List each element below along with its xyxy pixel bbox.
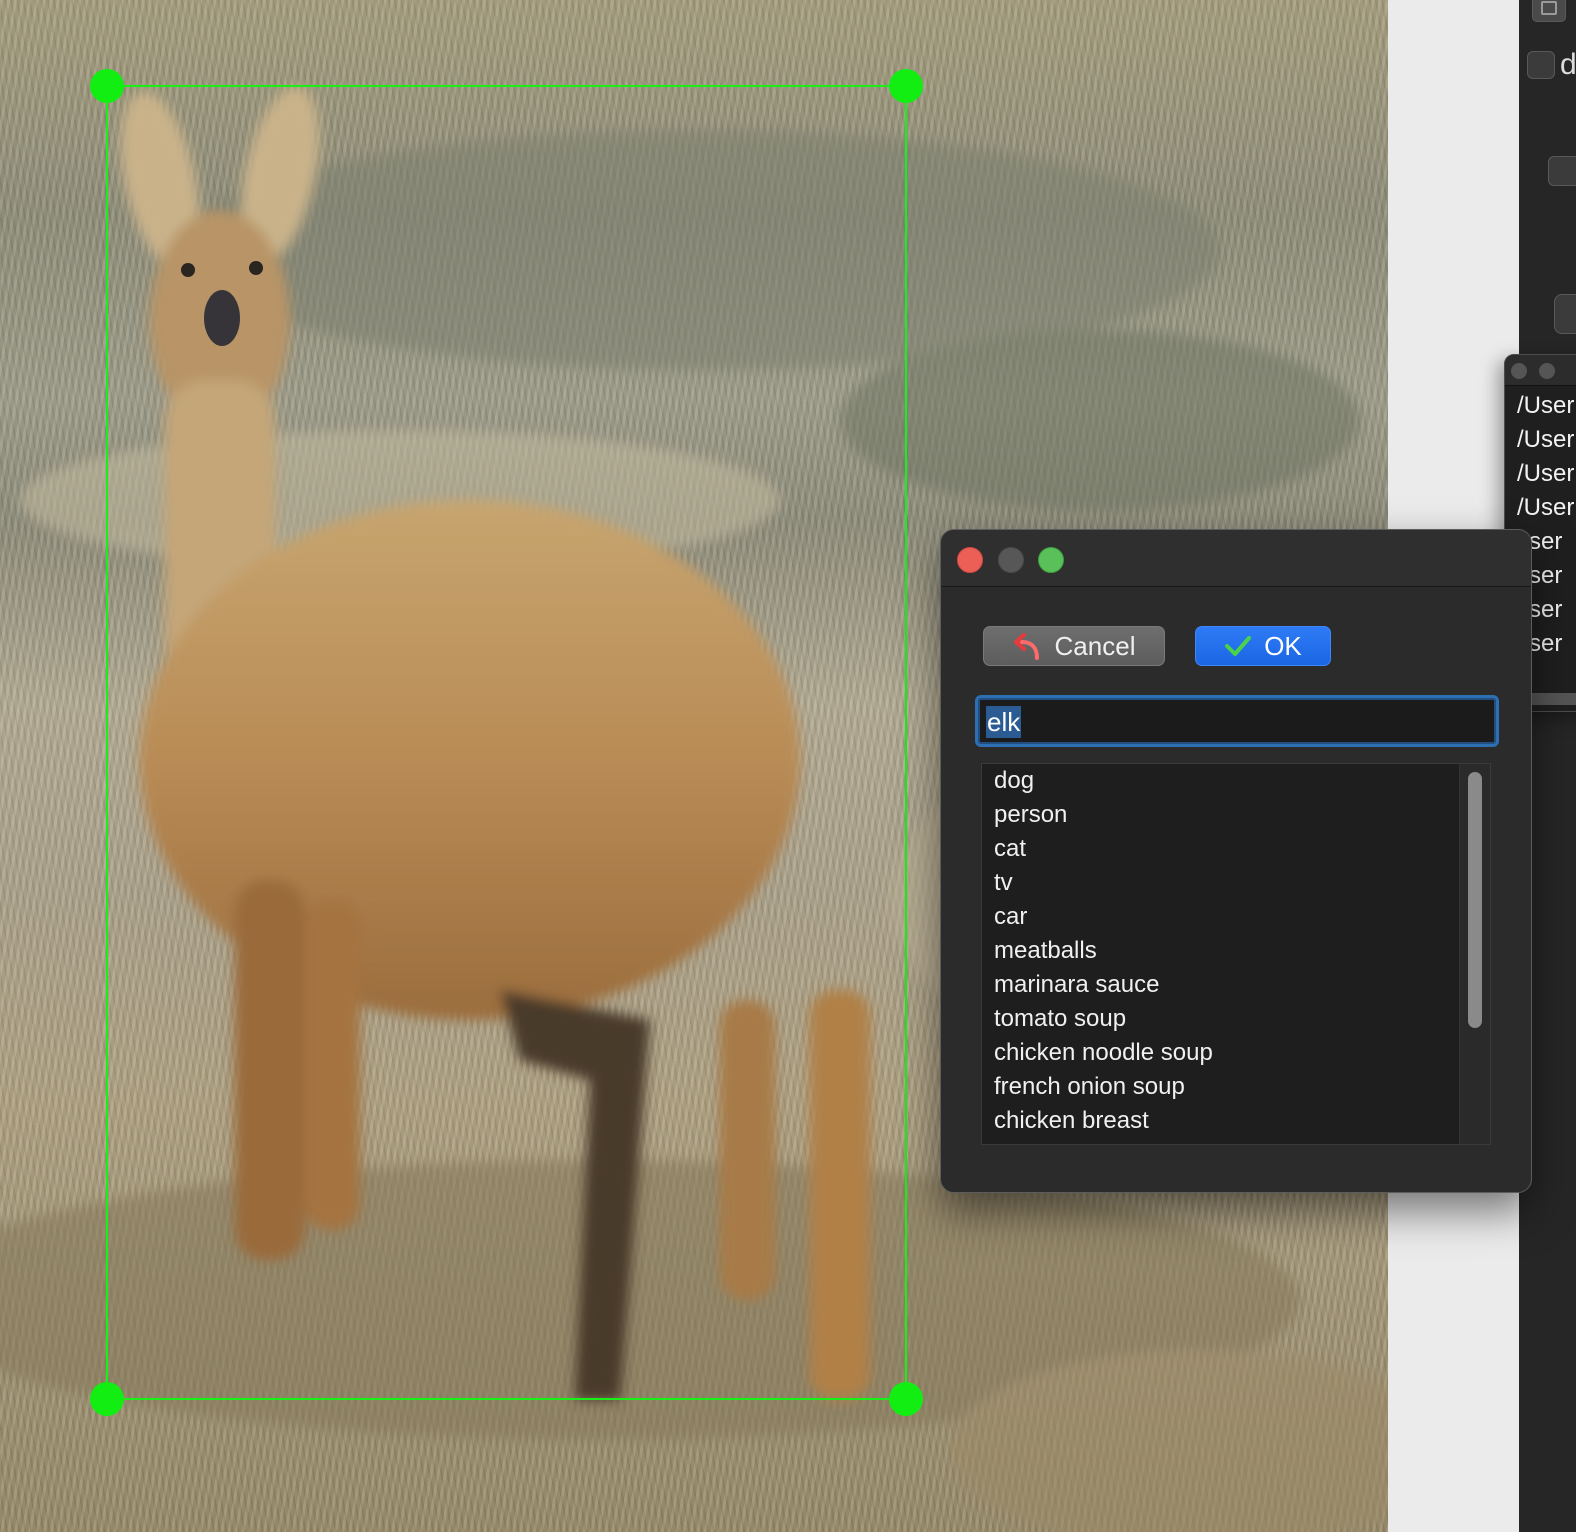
file-list-item[interactable]: /User [1517,491,1574,525]
cancel-button[interactable]: Cancel [983,626,1165,666]
list-item[interactable]: french onion soup [982,1070,1490,1104]
dock-button[interactable] [1554,294,1576,334]
ok-button[interactable]: OK [1195,626,1331,666]
list-item[interactable]: dog [982,764,1490,798]
file-list-item[interactable]: /User [1517,389,1574,423]
list-item[interactable]: person [982,798,1490,832]
bbox-handle-top-right [889,69,923,103]
list-item[interactable]: chicken noodle soup [982,1036,1490,1070]
list-item[interactable]: cat [982,832,1490,866]
list-item[interactable]: marinara sauce [982,968,1490,1002]
label-input[interactable]: elk [975,695,1499,747]
edit-icon [1541,1,1557,15]
list-item[interactable]: tomato soup [982,1002,1490,1036]
label-input-value: elk [986,706,1022,738]
minimize-window-button[interactable] [998,547,1024,573]
dock-checkbox[interactable] [1527,51,1555,79]
list-item[interactable]: meatballs [982,934,1490,968]
list-item[interactable]: chicken breast [982,1104,1490,1138]
list-scrollbar-thumb[interactable] [1468,772,1482,1028]
window-minimize-icon[interactable] [1539,363,1555,379]
window-close-icon[interactable] [1511,363,1527,379]
undo-arrow-icon [1013,633,1039,660]
bbox-handle-bottom-right [889,1382,923,1416]
edit-button[interactable] [1532,0,1566,22]
checkmark-icon [1225,636,1252,656]
label-dialog: Cancel OK elk dog person cat tv car meat… [940,529,1532,1193]
file-list-item[interactable]: /User [1517,423,1574,457]
file-list-scrollbar[interactable] [1525,693,1576,705]
file-list-item[interactable]: /User [1517,457,1574,491]
list-scrollbar-track[interactable] [1459,764,1490,1144]
file-window-titlebar [1505,355,1576,386]
bbox-handle-bottom-left [90,1382,124,1416]
list-item[interactable]: tv [982,866,1490,900]
dock-checkbox-2[interactable] [1548,156,1576,186]
bbox-handle-top-left [90,69,124,103]
close-window-button[interactable] [957,547,983,573]
ok-label: OK [1264,630,1302,661]
dialog-titlebar [941,530,1531,587]
dock-checkbox-label: d [1560,48,1576,81]
zoom-window-button[interactable] [1038,547,1064,573]
list-item[interactable]: car [982,900,1490,934]
cancel-label: Cancel [1054,630,1136,661]
label-suggestion-list[interactable]: dog person cat tv car meatballs marinara… [981,763,1491,1145]
